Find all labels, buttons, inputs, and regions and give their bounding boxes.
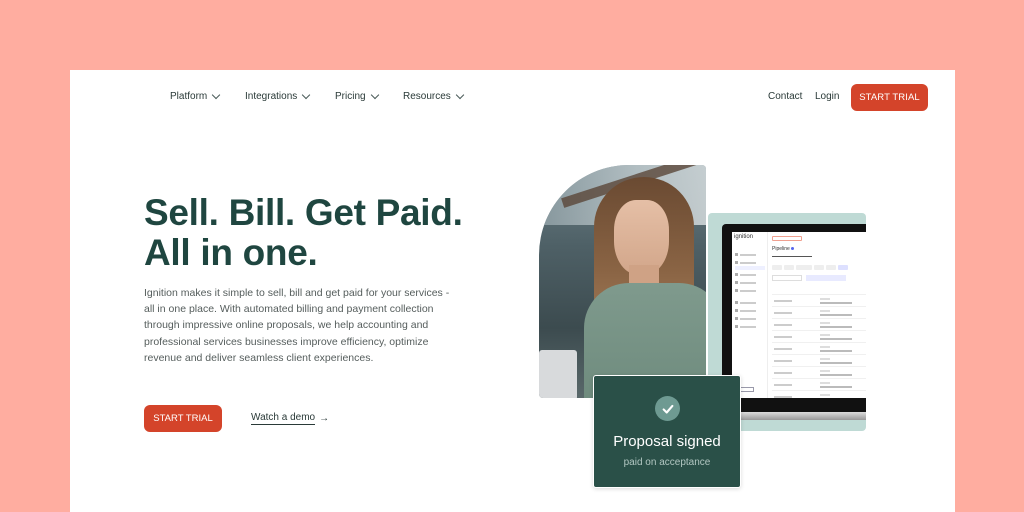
proposal-subtitle: paid on acceptance bbox=[623, 457, 711, 468]
proposal-title: Proposal signed bbox=[613, 433, 721, 450]
nav-platform[interactable]: Platform bbox=[170, 90, 221, 102]
hero-title-line-1: Sell. Bill. Get Paid. bbox=[144, 192, 463, 233]
app-sidebar: ignition bbox=[732, 232, 768, 398]
hero-description: Ignition makes it simple to sell, bill a… bbox=[144, 287, 450, 364]
app-logo: ignition bbox=[734, 234, 754, 240]
hero-title-line-2: All in one. bbox=[144, 232, 318, 273]
chevron-down-icon bbox=[302, 90, 311, 99]
check-icon bbox=[655, 396, 680, 421]
nav-integrations-label: Integrations bbox=[245, 91, 298, 102]
nav-resources[interactable]: Resources bbox=[403, 90, 465, 102]
laptop-base bbox=[722, 412, 866, 420]
chevron-down-icon bbox=[211, 90, 221, 99]
watch-demo-label: Watch a demo bbox=[251, 412, 316, 425]
start-trial-hero-button[interactable]: START TRIAL bbox=[144, 405, 222, 432]
arrow-right-icon: → bbox=[319, 413, 330, 424]
app-main: Pipeline bbox=[772, 232, 866, 398]
page-card: Platform Integrations Pricing Resources … bbox=[70, 70, 955, 512]
chevron-down-icon bbox=[455, 90, 465, 99]
start-trial-nav-button[interactable]: START TRIAL bbox=[851, 84, 928, 111]
nav-platform-label: Platform bbox=[170, 91, 208, 102]
watch-demo-link[interactable]: Watch a demo → bbox=[251, 412, 329, 425]
login-link[interactable]: Login bbox=[815, 91, 839, 102]
nav-pricing-label: Pricing bbox=[335, 91, 366, 102]
nav-resources-label: Resources bbox=[403, 91, 451, 102]
nav-pricing[interactable]: Pricing bbox=[335, 90, 379, 102]
chevron-down-icon bbox=[370, 90, 379, 99]
hero-photo bbox=[539, 165, 706, 398]
app-page-title: Pipeline bbox=[772, 246, 790, 252]
nav-integrations[interactable]: Integrations bbox=[245, 90, 311, 102]
contact-link[interactable]: Contact bbox=[768, 91, 802, 102]
hero-title: Sell. Bill. Get Paid. All in one. bbox=[144, 193, 504, 273]
laptop-screen: ignition Pipeline bbox=[722, 224, 866, 412]
proposal-signed-card: Proposal signed paid on acceptance bbox=[593, 375, 741, 488]
